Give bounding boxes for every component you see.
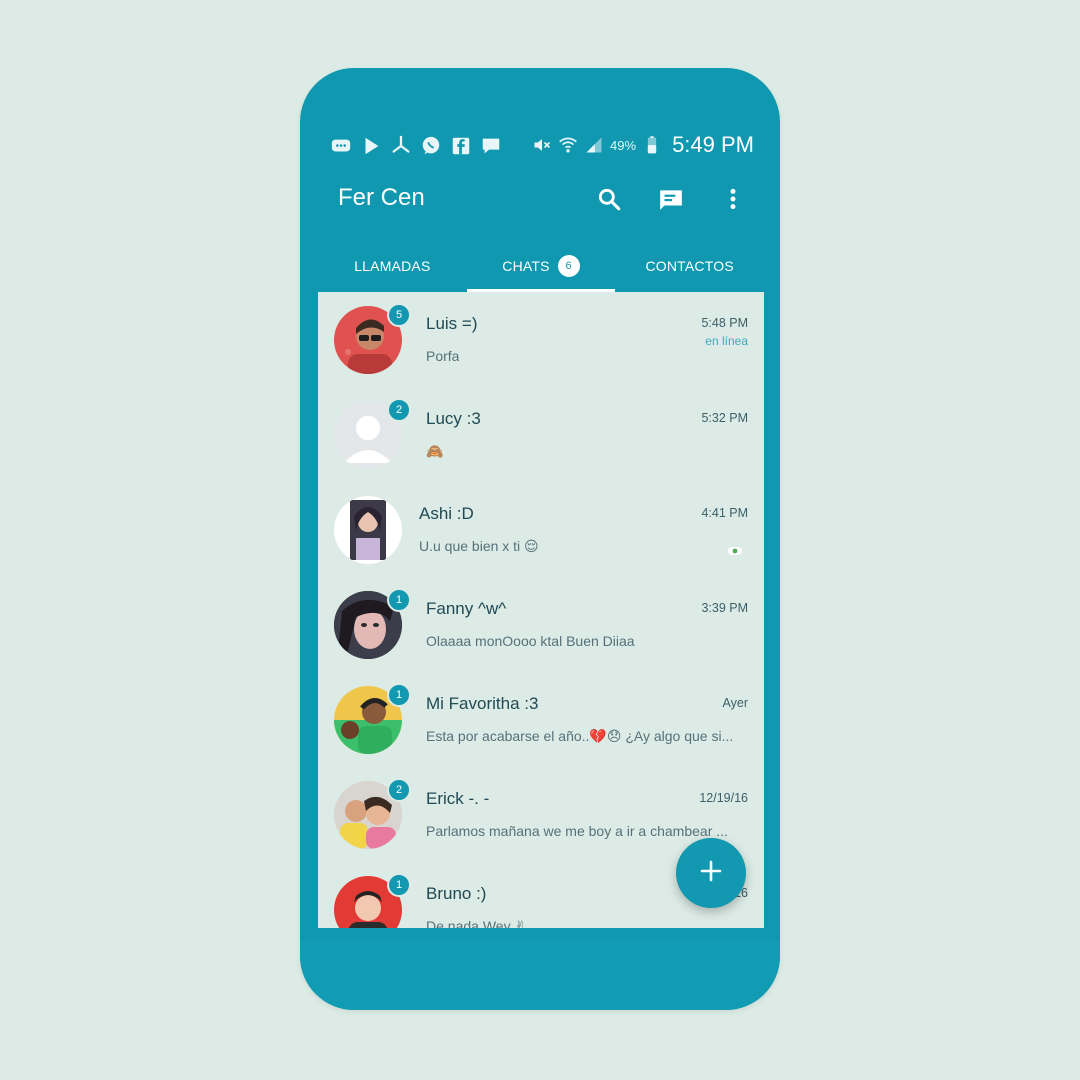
- notification-icons: [330, 135, 502, 157]
- tab-bar: LLAMADAS CHATS 6 CONTACTOS: [318, 240, 764, 292]
- whatsapp-icon: [420, 135, 442, 157]
- contact-name: Fanny ^w^: [426, 599, 507, 618]
- unread-badge: 2: [387, 398, 411, 422]
- contact-name: Luis =): [426, 314, 478, 333]
- battery-percent: 49%: [610, 137, 637, 153]
- contact-name: Lucy :3: [426, 409, 481, 428]
- more-vert-icon: [720, 186, 746, 212]
- chat-list[interactable]: 5 Luis =) 5:48 PM en línea Porfa 2 Lucy …: [318, 292, 764, 928]
- avatar[interactable]: [334, 496, 402, 564]
- plus-icon: [699, 859, 723, 888]
- contact-name: Ashi :D: [419, 504, 474, 523]
- facebook-icon: [450, 135, 472, 157]
- status-time: 5:49 PM: [672, 132, 754, 157]
- contact-name: Mi Favoritha :3: [426, 694, 539, 713]
- online-status: en línea: [705, 334, 748, 348]
- last-message: Porfa: [426, 348, 460, 364]
- chat-bubble-icon: [330, 135, 352, 157]
- app-title: Fer Cen: [338, 184, 425, 211]
- chat-time: 12/19/16: [699, 791, 748, 805]
- last-message: 🙈: [426, 443, 444, 459]
- signal-icon: [584, 135, 604, 155]
- search-button[interactable]: [592, 182, 626, 216]
- wifi-icon: [558, 135, 578, 155]
- chat-row[interactable]: 5 Luis =) 5:48 PM en línea Porfa: [318, 292, 764, 387]
- new-message-icon: [658, 186, 684, 212]
- chat-row[interactable]: 1 Fanny ^w^ 3:39 PM Olaaaa monOooo ktal …: [318, 577, 764, 672]
- tab-llamadas[interactable]: LLAMADAS: [318, 240, 467, 292]
- new-chat-fab[interactable]: [676, 838, 746, 908]
- tab-unread-badge: 6: [557, 255, 580, 277]
- read-receipt-icon: [728, 542, 742, 555]
- chat-time: 5:32 PM: [701, 411, 748, 425]
- play-store-icon: [360, 135, 382, 157]
- unread-badge: 1: [387, 588, 411, 612]
- last-message: Parlamos mañana we me boy a ir a chambea…: [426, 823, 728, 839]
- last-message: De nada Wey ✌: [426, 918, 527, 928]
- more-options-button[interactable]: [716, 182, 750, 216]
- chat-time: Ayer: [722, 696, 748, 710]
- tab-label: CHATS: [502, 258, 550, 274]
- contact-name: Erick -. -: [426, 789, 490, 808]
- battery-icon: [642, 135, 662, 155]
- tab-label: LLAMADAS: [354, 258, 431, 274]
- search-icon: [596, 186, 622, 212]
- unread-badge: 1: [387, 873, 411, 897]
- chat-row[interactable]: 1 Mi Favoritha :3 Ayer Esta por acabarse…: [318, 672, 764, 767]
- last-message: Esta por acabarse el año..💔😞 ¿Ay algo qu…: [426, 728, 734, 744]
- chat-time: 3:39 PM: [701, 601, 748, 615]
- new-chat-button[interactable]: [654, 182, 688, 216]
- contact-name: Bruno :): [426, 884, 487, 903]
- chat-time: 4:41 PM: [701, 506, 748, 520]
- pinwheel-icon: [390, 135, 412, 157]
- unread-badge: 5: [387, 303, 411, 327]
- tab-contactos[interactable]: CONTACTOS: [615, 240, 764, 292]
- chat-row[interactable]: 2 Lucy :3 5:32 PM 🙈: [318, 387, 764, 482]
- last-message: Olaaaa monOooo ktal Buen Diiaa: [426, 633, 635, 649]
- tab-chats[interactable]: CHATS 6: [466, 240, 616, 292]
- chat-row[interactable]: Ashi :D 4:41 PM U.u que bien x ti 😌: [318, 482, 764, 577]
- message-icon: [480, 135, 502, 157]
- chat-time: 5:48 PM: [701, 316, 748, 330]
- app-bar: Fer Cen: [300, 172, 780, 228]
- last-message: U.u que bien x ti 😌: [419, 538, 539, 554]
- mute-icon: [532, 135, 552, 155]
- tab-label: CONTACTOS: [645, 258, 734, 274]
- unread-badge: 2: [387, 778, 411, 802]
- unread-badge: 1: [387, 683, 411, 707]
- status-bar: 49% 5:49 PM: [330, 132, 754, 162]
